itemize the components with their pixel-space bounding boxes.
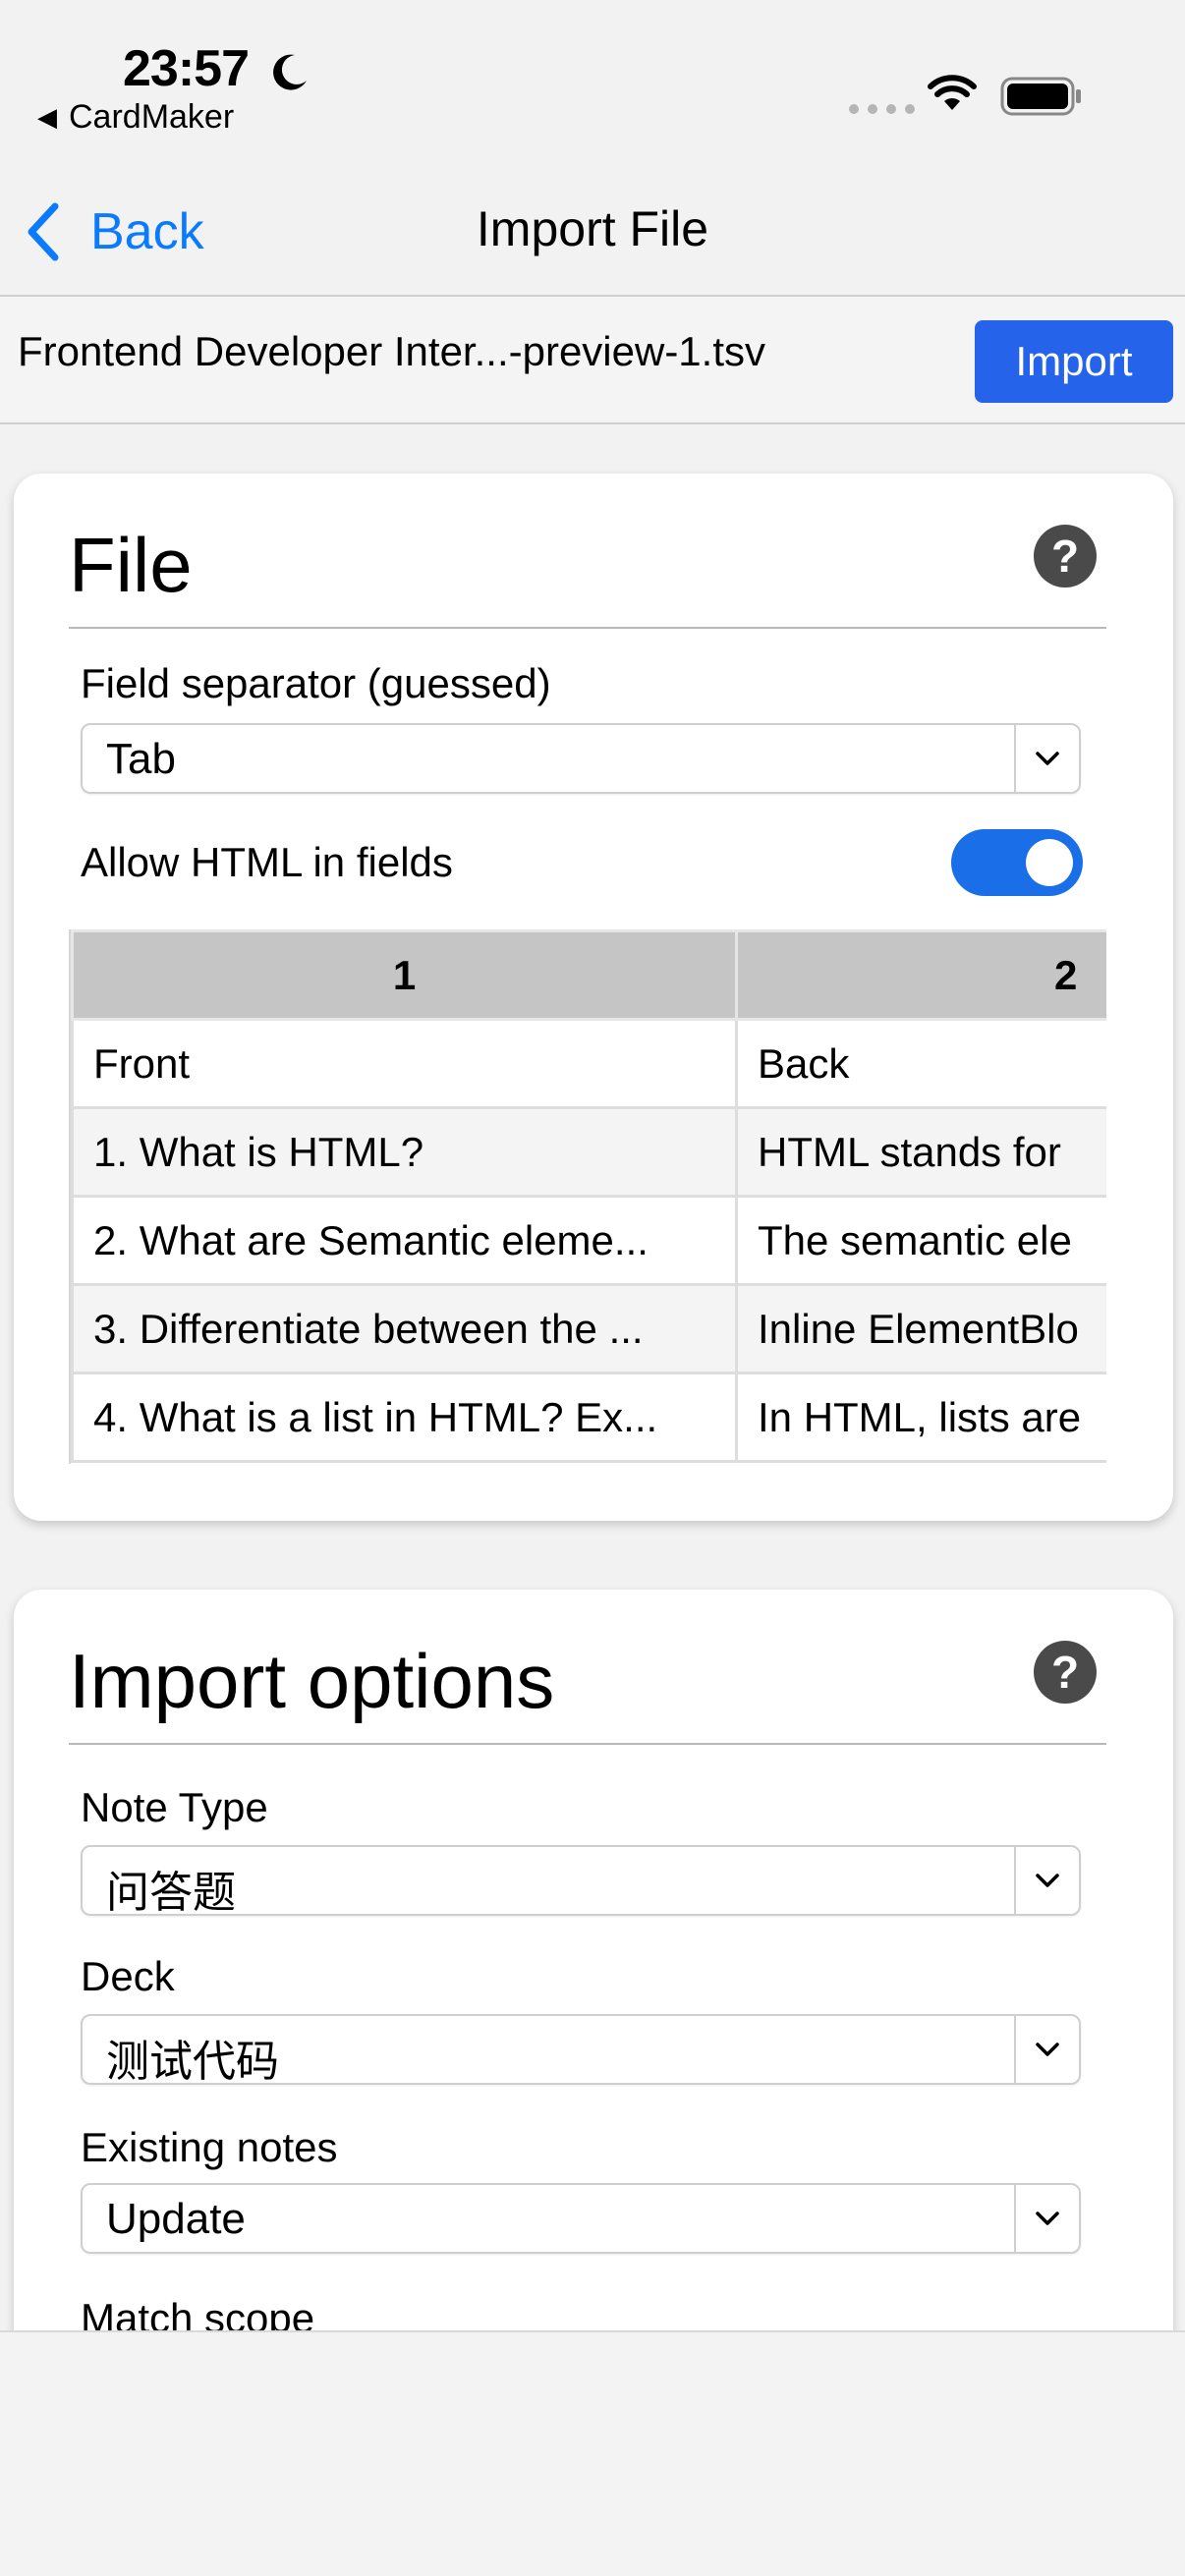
allow-html-toggle[interactable] xyxy=(951,829,1083,896)
file-section: File ? Field separator (guessed) Tab All… xyxy=(14,474,1173,1521)
divider xyxy=(69,1743,1106,1745)
note-type-label: Note Type xyxy=(81,1784,268,1830)
existing-notes-select[interactable]: Update xyxy=(81,2183,1081,2254)
import-file-screen: 23:57 ◀ CardMaker Back Import File Front… xyxy=(0,0,1185,2576)
back-to-app-link[interactable]: ◀ CardMaker xyxy=(37,98,234,137)
table-cell: Inline ElementBlo xyxy=(735,1283,1106,1374)
moon-icon xyxy=(273,54,307,90)
status-bar: 23:57 ◀ CardMaker xyxy=(0,0,1185,147)
note-type-value: 问答题 xyxy=(106,1869,236,1917)
chevron-down-icon xyxy=(1014,725,1079,792)
battery-icon xyxy=(1000,77,1081,116)
import-options-title: Import options xyxy=(69,1638,555,1724)
deck-value: 测试代码 xyxy=(106,2038,279,2086)
table-header-row: 1 2 xyxy=(71,929,1106,1021)
table-cell: Front xyxy=(71,1018,738,1109)
import-button[interactable]: Import xyxy=(975,320,1173,403)
file-section-title: File xyxy=(69,522,193,608)
back-triangle-icon: ◀ xyxy=(37,102,57,132)
toggle-knob xyxy=(1026,839,1073,886)
navigation-bar: Back Import File xyxy=(0,177,1185,295)
status-time: 23:57 xyxy=(123,40,250,97)
note-type-select[interactable]: 问答题 xyxy=(81,1845,1081,1917)
help-icon[interactable]: ? xyxy=(1034,525,1097,588)
chevron-down-icon xyxy=(1014,2016,1079,2083)
table-cell: 4. What is a list in HTML? Ex... xyxy=(71,1372,738,1463)
table-cell: 1. What is HTML? xyxy=(71,1106,738,1198)
allow-html-label: Allow HTML in fields xyxy=(81,839,453,885)
table-row: 3. Differentiate between the ... Inline … xyxy=(71,1283,1106,1374)
cellular-signal-icon xyxy=(849,104,915,114)
table-row: 2. What are Semantic eleme... The semant… xyxy=(71,1195,1106,1286)
column-header: 1 xyxy=(71,929,738,1021)
column-header: 2 xyxy=(735,929,1106,1021)
deck-select[interactable]: 测试代码 xyxy=(81,2014,1081,2086)
deck-label: Deck xyxy=(81,1953,175,1999)
table-cell: Back xyxy=(735,1018,1106,1109)
existing-notes-value: Update xyxy=(106,2195,246,2243)
table-row: 4. What is a list in HTML? Ex... In HTML… xyxy=(71,1372,1106,1463)
field-separator-value: Tab xyxy=(106,735,176,783)
table-cell: In HTML, lists are xyxy=(735,1372,1106,1463)
chevron-down-icon xyxy=(1014,2185,1079,2252)
wifi-icon xyxy=(928,75,977,110)
table-cell: The semantic ele xyxy=(735,1195,1106,1286)
help-icon[interactable]: ? xyxy=(1034,1641,1097,1704)
table-cell: 3. Differentiate between the ... xyxy=(71,1283,738,1374)
table-row: Front Back xyxy=(71,1018,1106,1109)
page-title: Import File xyxy=(476,201,709,256)
field-separator-select[interactable]: Tab xyxy=(81,723,1081,794)
chevron-down-icon xyxy=(1014,1847,1079,1914)
file-bar: Frontend Developer Inter...-preview-1.ts… xyxy=(0,295,1185,424)
existing-notes-label: Existing notes xyxy=(81,2124,338,2170)
bottom-toolbar xyxy=(0,2330,1185,2576)
file-name: Frontend Developer Inter...-preview-1.ts… xyxy=(18,328,766,374)
table-cell: HTML stands for xyxy=(735,1106,1106,1198)
table-row: 1. What is HTML? HTML stands for xyxy=(71,1106,1106,1198)
table-cell: 2. What are Semantic eleme... xyxy=(71,1195,738,1286)
field-separator-label: Field separator (guessed) xyxy=(81,660,551,706)
divider xyxy=(69,627,1106,629)
preview-table[interactable]: 1 2 Front Back 1. What is HTML? HTML sta… xyxy=(69,929,1106,1464)
back-app-label: CardMaker xyxy=(69,98,235,136)
